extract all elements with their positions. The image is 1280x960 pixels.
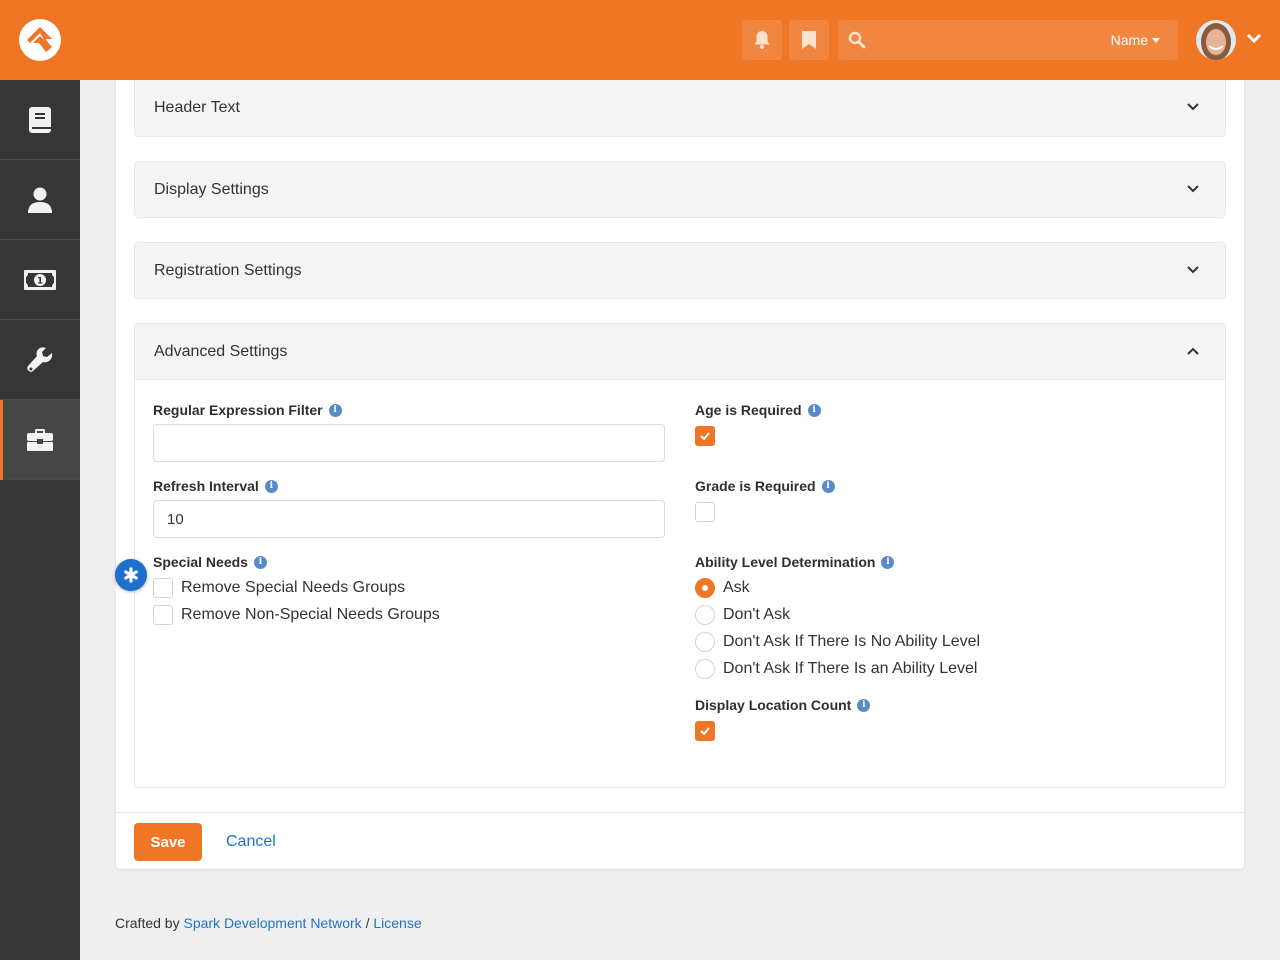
bookmark-icon	[802, 31, 816, 49]
panel-title: Display Settings	[154, 181, 269, 198]
info-icon[interactable]: i	[807, 403, 821, 417]
special-needs-label-text: Special Needs	[153, 554, 248, 570]
advanced-settings-body: Regular Expression Filter i Refresh Inte…	[135, 380, 1225, 787]
rock-logo-icon[interactable]	[19, 19, 61, 61]
grade-required-label-text: Grade is Required	[695, 478, 816, 494]
info-icon[interactable]: i	[821, 479, 835, 493]
info-icon[interactable]: i	[253, 555, 267, 569]
sidebar-item-content[interactable]	[0, 80, 80, 160]
remove-non-special-needs-checkbox[interactable]	[153, 605, 173, 625]
save-button[interactable]: Save	[134, 823, 202, 861]
info-icon[interactable]: i	[264, 479, 278, 493]
panel-advanced-settings: Advanced Settings Regular Expression Fil…	[134, 323, 1226, 788]
panel-title: Header Text	[154, 99, 240, 116]
display-location-count-label-text: Display Location Count	[695, 697, 852, 713]
panel-header-text-toggle[interactable]: Header Text	[135, 80, 1225, 136]
sidebar-item-people[interactable]	[0, 160, 80, 240]
refresh-interval-label: Refresh Interval i	[153, 478, 278, 494]
remove-special-needs-label: Remove Special Needs Groups	[181, 579, 406, 596]
ability-dont-ask-has-level-radio[interactable]	[695, 659, 715, 679]
age-required-label: Age is Required i	[695, 402, 821, 418]
search-filter-dropdown[interactable]: Name	[1111, 32, 1160, 48]
ability-dont-ask-label: Don't Ask	[723, 606, 791, 623]
footer-separator: /	[365, 915, 370, 931]
user-avatar[interactable]	[1196, 20, 1236, 60]
regex-filter-label: Regular Expression Filter i	[153, 402, 342, 418]
regex-filter-input[interactable]	[153, 424, 665, 462]
ability-level-label-text: Ability Level Determination	[695, 554, 876, 570]
wrench-icon	[27, 346, 53, 372]
bookmarks-button[interactable]	[789, 20, 829, 60]
panel-title: Advanced Settings	[154, 342, 288, 360]
chevron-down-icon	[1187, 185, 1199, 193]
ability-dont-ask-has-level-label: Don't Ask If There Is an Ability Level	[723, 660, 978, 677]
svg-text:1: 1	[37, 276, 43, 286]
book-icon	[29, 106, 51, 133]
check-icon	[700, 432, 710, 440]
remove-special-needs-checkbox[interactable]	[153, 578, 173, 598]
special-needs-label: Special Needs i	[153, 554, 267, 570]
info-icon[interactable]: i	[857, 698, 871, 712]
block-settings-card: Header Text Display Settings Registratio…	[116, 80, 1244, 869]
asterisk-icon	[124, 567, 138, 583]
asterisk-marker[interactable]	[115, 559, 147, 591]
display-location-count-checkbox[interactable]	[695, 721, 715, 741]
search-icon	[848, 31, 866, 49]
panel-title: Registration Settings	[154, 262, 302, 279]
panel-registration-settings-toggle[interactable]: Registration Settings	[135, 243, 1225, 298]
info-icon[interactable]: i	[328, 403, 342, 417]
cancel-link[interactable]: Cancel	[226, 833, 276, 851]
license-link[interactable]: License	[373, 915, 421, 931]
user-icon	[28, 187, 52, 213]
ability-ask-radio[interactable]	[695, 578, 715, 598]
age-required-label-text: Age is Required	[695, 402, 802, 418]
regex-filter-label-text: Regular Expression Filter	[153, 402, 323, 418]
refresh-interval-label-text: Refresh Interval	[153, 478, 259, 494]
panel-display-settings-toggle[interactable]: Display Settings	[135, 162, 1225, 217]
crafted-by-text: Crafted by	[115, 915, 180, 931]
search-input[interactable]	[872, 20, 1102, 60]
chevron-up-icon	[1187, 347, 1199, 355]
actions-bar: Save Cancel	[116, 812, 1244, 869]
briefcase-icon	[27, 428, 53, 451]
chevron-down-icon	[1187, 103, 1199, 111]
bell-icon	[754, 31, 770, 49]
ability-dont-ask-no-level-radio[interactable]	[695, 632, 715, 652]
caret-down-icon	[1152, 37, 1160, 43]
display-location-count-label: Display Location Count i	[695, 697, 871, 713]
panel-display-settings: Display Settings	[134, 161, 1226, 218]
chevron-down-icon[interactable]	[1246, 32, 1262, 44]
sidebar: 1	[0, 80, 80, 960]
search-box: Name	[838, 20, 1178, 60]
page-footer: Crafted by Spark Development Network / L…	[115, 915, 422, 931]
panel-advanced-settings-toggle[interactable]: Advanced Settings	[135, 324, 1225, 380]
ability-ask-label: Ask	[723, 579, 750, 596]
ability-dont-ask-no-level-label: Don't Ask If There Is No Ability Level	[723, 633, 981, 650]
ability-level-label: Ability Level Determination i	[695, 554, 895, 570]
spark-link[interactable]: Spark Development Network	[183, 915, 361, 931]
notifications-button[interactable]	[742, 20, 782, 60]
ability-dont-ask-radio[interactable]	[695, 605, 715, 625]
sidebar-item-finance[interactable]: 1	[0, 240, 80, 320]
sidebar-item-admin[interactable]	[0, 400, 80, 480]
search-filter-label: Name	[1110, 32, 1148, 48]
check-icon	[700, 727, 710, 735]
money-icon: 1	[24, 269, 56, 290]
top-bar: Name	[0, 0, 1280, 80]
sidebar-item-tools[interactable]	[0, 320, 80, 400]
chevron-down-icon	[1187, 266, 1199, 274]
age-required-checkbox[interactable]	[695, 426, 715, 446]
remove-non-special-needs-label: Remove Non-Special Needs Groups	[181, 606, 440, 623]
refresh-interval-input[interactable]	[153, 500, 665, 538]
panel-header-text: Header Text	[134, 80, 1226, 137]
info-icon[interactable]: i	[881, 555, 895, 569]
grade-required-checkbox[interactable]	[695, 502, 715, 522]
grade-required-label: Grade is Required i	[695, 478, 835, 494]
panel-registration-settings: Registration Settings	[134, 242, 1226, 299]
